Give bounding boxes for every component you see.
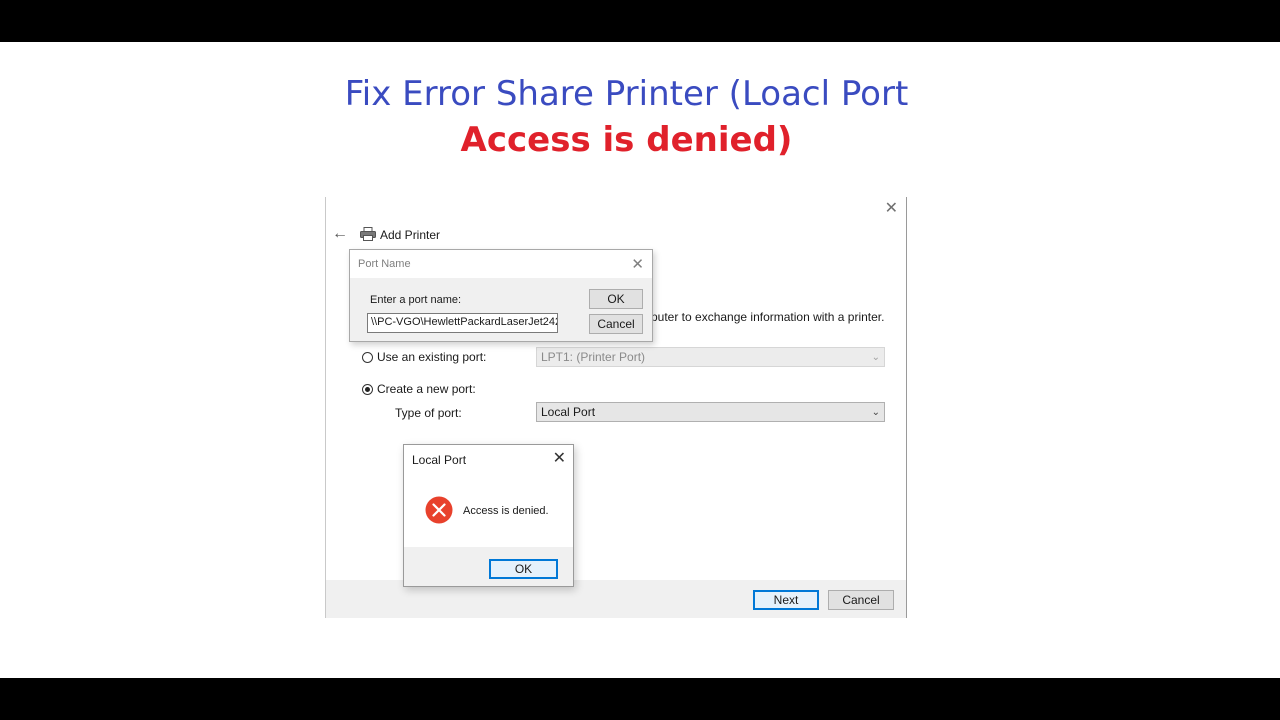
chevron-down-icon: ⌄ bbox=[871, 351, 880, 363]
cancel-button[interactable]: Cancel bbox=[828, 590, 894, 610]
wizard-title: Add Printer bbox=[380, 228, 441, 242]
type-of-port-dropdown[interactable]: Local Port ⌄ bbox=[536, 402, 885, 422]
local-port-error-dialog: Local Port ✕ Access is denied. OK bbox=[403, 444, 574, 587]
type-of-port-value: Local Port bbox=[541, 405, 596, 419]
printer-icon bbox=[360, 227, 376, 241]
port-name-title: Port Name bbox=[358, 258, 411, 270]
error-message: Access is denied. bbox=[463, 505, 549, 517]
port-name-dialog: Port Name ✕ Enter a port name: \\PC-VGO\… bbox=[349, 249, 653, 342]
new-port-radio[interactable] bbox=[362, 383, 373, 395]
local-port-title: Local Port bbox=[412, 453, 467, 467]
wizard-close-icon[interactable]: ✕ bbox=[885, 198, 898, 218]
existing-port-dropdown[interactable]: LPT1: (Printer Port) ⌄ bbox=[536, 347, 885, 367]
existing-port-option[interactable]: Use an existing port: bbox=[362, 350, 486, 364]
port-name-prompt: Enter a port name: bbox=[370, 294, 462, 306]
existing-port-radio[interactable] bbox=[362, 351, 373, 363]
port-name-titlebar: Port Name ✕ bbox=[350, 250, 652, 278]
port-name-cancel-button[interactable]: Cancel bbox=[589, 314, 643, 334]
error-icon bbox=[425, 496, 453, 524]
existing-port-value: LPT1: (Printer Port) bbox=[541, 350, 646, 364]
type-of-port-label: Type of port: bbox=[395, 406, 462, 420]
next-button[interactable]: Next bbox=[753, 590, 819, 610]
new-port-option[interactable]: Create a new port: bbox=[362, 382, 476, 396]
existing-port-label: Use an existing port: bbox=[377, 350, 487, 364]
video-title-line-1: Fix Error Share Printer (Loacl Port bbox=[344, 74, 909, 114]
new-port-label: Create a new port: bbox=[377, 382, 476, 396]
local-port-close-icon[interactable]: ✕ bbox=[553, 448, 566, 468]
port-name-input[interactable]: \\PC-VGO\HewlettPackardLaserJet2420 bbox=[367, 313, 558, 333]
top-letterbox-bar bbox=[0, 0, 1280, 42]
bottom-letterbox-bar bbox=[0, 678, 1280, 720]
local-port-ok-button[interactable]: OK bbox=[489, 559, 558, 579]
local-port-footer: OK bbox=[404, 547, 573, 586]
back-arrow-icon[interactable]: ← bbox=[332, 225, 348, 243]
wizard-description: puter to exchange information with a pri… bbox=[651, 310, 885, 324]
video-title-line-2: Access is denied) bbox=[460, 120, 793, 160]
port-name-ok-button[interactable]: OK bbox=[589, 289, 643, 309]
chevron-down-icon: ⌄ bbox=[871, 406, 880, 418]
port-name-close-icon[interactable]: ✕ bbox=[631, 255, 644, 273]
